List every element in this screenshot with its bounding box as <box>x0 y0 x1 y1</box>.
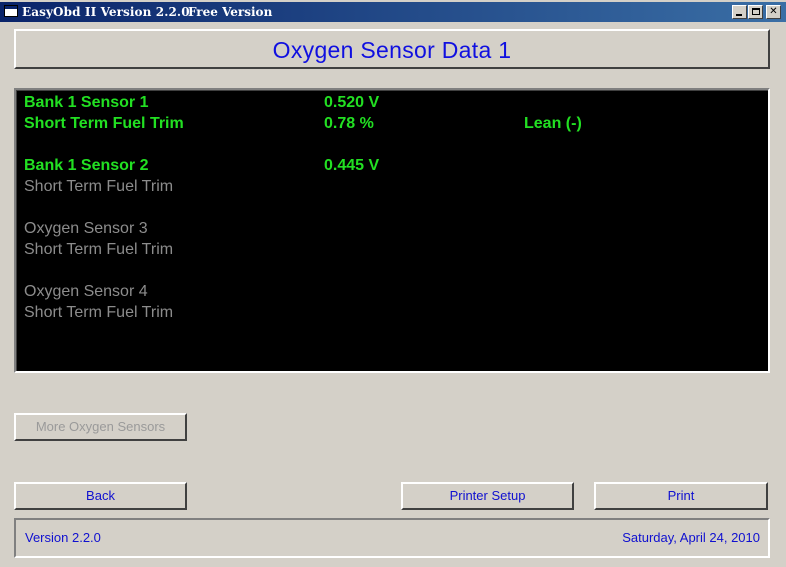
sensor-voltage: 0.445 V <box>324 157 380 174</box>
app-icon <box>4 5 18 17</box>
title-bar[interactable]: EasyObd II Version 2.2.0 Free Version ✕ <box>0 2 786 22</box>
close-button[interactable]: ✕ <box>766 5 781 19</box>
print-button[interactable]: Print <box>594 482 768 510</box>
minimize-icon <box>736 14 742 16</box>
sensor-voltage: 0.520 V <box>324 94 380 111</box>
trim-label: Short Term Fuel Trim <box>24 178 174 195</box>
close-icon: ✕ <box>769 6 778 17</box>
trim-label: Short Term Fuel Trim <box>24 115 184 132</box>
app-window: EasyObd II Version 2.2.0 Free Version ✕ … <box>0 0 786 567</box>
maximize-icon <box>752 8 760 15</box>
maximize-button[interactable] <box>748 5 763 19</box>
date-label: Saturday, April 24, 2010 <box>622 530 760 545</box>
trim-value: 0.78 % <box>324 115 374 132</box>
sensor-name: Bank 1 Sensor 1 <box>24 94 149 111</box>
trim-label: Short Term Fuel Trim <box>24 304 174 321</box>
window-edition: Free Version <box>188 5 273 19</box>
back-button[interactable]: Back <box>14 482 187 510</box>
sensor-data-panel: Bank 1 Sensor 1 0.520 V Short Term Fuel … <box>14 88 770 373</box>
sensor-name: Oxygen Sensor 3 <box>24 220 148 237</box>
version-label: Version 2.2.0 <box>25 530 101 545</box>
header-panel: Oxygen Sensor Data 1 <box>14 29 770 69</box>
trim-status: Lean (-) <box>524 115 582 132</box>
printer-setup-button[interactable]: Printer Setup <box>401 482 574 510</box>
status-bar: Version 2.2.0 Saturday, April 24, 2010 <box>14 518 770 558</box>
more-oxygen-sensors-button[interactable]: More Oxygen Sensors <box>14 413 187 441</box>
minimize-button[interactable] <box>732 5 747 19</box>
page-title: Oxygen Sensor Data 1 <box>272 37 512 63</box>
window-title: EasyObd II Version 2.2.0 <box>22 5 190 19</box>
sensor-name: Oxygen Sensor 4 <box>24 283 148 300</box>
sensor-name: Bank 1 Sensor 2 <box>24 157 149 174</box>
trim-label: Short Term Fuel Trim <box>24 241 174 258</box>
